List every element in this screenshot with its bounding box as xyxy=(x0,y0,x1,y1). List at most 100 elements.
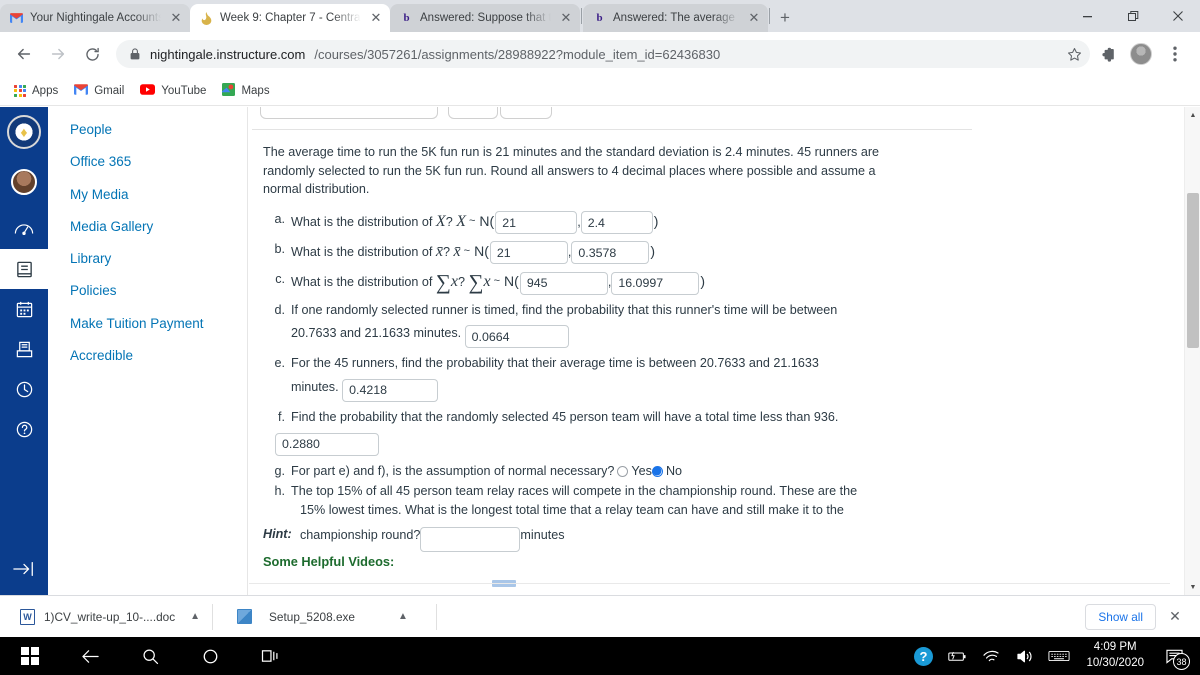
part-a-qmark: ? xyxy=(445,215,453,229)
scrollbar-thumb[interactable] xyxy=(1187,193,1199,348)
sidebar-item-courses[interactable] xyxy=(0,249,48,289)
part-e-text-1: For the 45 runners, find the probability… xyxy=(291,356,819,371)
inbox-icon[interactable] xyxy=(0,329,48,369)
part-c-sd-input[interactable] xyxy=(611,271,700,295)
show-all-downloads-button[interactable]: Show all xyxy=(1085,603,1156,630)
sidebar-item-my-media[interactable]: My Media xyxy=(70,186,220,203)
gmail-icon xyxy=(74,83,89,98)
back-button-icon[interactable] xyxy=(8,38,40,70)
keyboard-icon[interactable] xyxy=(1042,637,1076,675)
part-label-a: a. xyxy=(274,212,285,226)
maximize-restore-button[interactable] xyxy=(1110,0,1155,32)
profile-avatar[interactable] xyxy=(1126,39,1156,69)
scroll-up-arrow-icon[interactable]: ▲ xyxy=(1185,107,1200,123)
browser-tab-4[interactable]: b Answered: The average time to ✕ xyxy=(583,4,768,32)
chevron-up-icon[interactable]: ▲ xyxy=(190,611,200,622)
part-b-sd-input[interactable] xyxy=(571,241,650,265)
part-g-no-option[interactable]: No xyxy=(651,462,682,481)
taskbar-clock[interactable]: 4:09 PM 10/30/2020 xyxy=(1076,640,1154,671)
close-window-button[interactable] xyxy=(1155,0,1200,32)
browser-tab-3[interactable]: b Answered: Suppose that the an ✕ xyxy=(390,4,580,32)
notification-center-icon[interactable]: 38 xyxy=(1154,637,1194,675)
close-downloads-shelf-icon[interactable]: ✕ xyxy=(1162,604,1188,630)
scrolled-input-3[interactable] xyxy=(500,107,552,119)
scroll-down-arrow-icon[interactable]: ▼ xyxy=(1185,579,1200,595)
help-icon[interactable] xyxy=(0,409,48,449)
browser-window: Your Nightingale Accounts - da ✕ Week 9:… xyxy=(0,0,1200,675)
tab-close-icon[interactable]: ✕ xyxy=(558,10,574,26)
part-b-text: What is the distribution of xyxy=(291,245,433,260)
scrolled-input-1[interactable] xyxy=(260,107,438,119)
collapse-nav-icon[interactable] xyxy=(0,549,48,589)
system-tray: ? 4:09 PM 10/30/2020 38 xyxy=(906,637,1200,675)
forward-button-icon[interactable] xyxy=(42,38,74,70)
reload-button-icon[interactable] xyxy=(76,38,108,70)
calendar-icon[interactable] xyxy=(0,289,48,329)
wifi-icon[interactable] xyxy=(974,637,1008,675)
chevron-up-icon[interactable]: ▲ xyxy=(398,611,408,622)
tab-title: Answered: Suppose that the an xyxy=(420,12,551,24)
download-item-1[interactable]: 1)CV_write-up_10-....doc ▲ xyxy=(8,601,212,633)
tab-close-icon[interactable]: ✕ xyxy=(168,10,184,26)
volume-icon[interactable] xyxy=(1008,637,1042,675)
bookmark-apps[interactable]: Apps xyxy=(14,84,58,97)
content-bottom-divider xyxy=(249,583,1170,584)
question-part-g: g. For part e) and f), is the assumption… xyxy=(269,462,909,481)
scrolled-input-2[interactable] xyxy=(448,107,498,119)
sidebar-item-library[interactable]: Library xyxy=(70,250,220,267)
bookmark-gmail[interactable]: Gmail xyxy=(74,83,124,98)
windows-start-icon[interactable] xyxy=(0,637,60,675)
account-avatar[interactable] xyxy=(11,169,37,195)
browser-tab-1[interactable]: Your Nightingale Accounts - da ✕ xyxy=(0,4,190,32)
history-icon[interactable] xyxy=(0,369,48,409)
sidebar-item-policies[interactable]: Policies xyxy=(70,282,220,299)
institution-logo[interactable]: ♦ xyxy=(7,115,41,149)
extensions-puzzle-icon[interactable] xyxy=(1092,39,1122,69)
address-bar[interactable]: nightingale.instructure.com/courses/3057… xyxy=(116,40,1088,68)
maps-icon xyxy=(222,82,236,99)
chrome-menu-icon[interactable] xyxy=(1160,39,1190,69)
battery-icon[interactable] xyxy=(940,637,974,675)
part-h-unit: minutes xyxy=(520,528,565,543)
new-tab-button[interactable]: + xyxy=(771,4,799,32)
part-a-mean-input[interactable] xyxy=(495,211,578,235)
radio-yes[interactable] xyxy=(617,465,629,477)
help-circle-icon[interactable]: ? xyxy=(906,637,940,675)
downloads-shelf-actions: Show all ✕ xyxy=(1085,603,1192,630)
minimize-button[interactable] xyxy=(1065,0,1110,32)
part-a-sd-input[interactable] xyxy=(580,211,653,235)
part-f-answer-input[interactable] xyxy=(275,432,379,456)
browser-tab-2-active[interactable]: Week 9: Chapter 7 - Central Lin ✕ xyxy=(190,4,390,32)
tab-title: Answered: The average time to xyxy=(613,12,739,24)
bookmark-star-button[interactable] xyxy=(1058,40,1090,68)
bookmark-maps[interactable]: Maps xyxy=(222,82,270,99)
part-g-yes-option[interactable]: Yes xyxy=(617,462,652,481)
radio-no-selected[interactable] xyxy=(651,465,663,477)
page-scrollbar[interactable]: ▲ ▼ xyxy=(1184,107,1200,595)
canvas-global-nav: ♦ xyxy=(0,107,48,595)
download-item-2[interactable]: Setup_5208.exe ▲ xyxy=(213,601,420,633)
part-b-qmark: ? xyxy=(443,245,451,260)
part-e-answer-input[interactable] xyxy=(342,378,439,402)
tab-close-icon[interactable]: ✕ xyxy=(746,10,762,26)
part-c-mean-input[interactable] xyxy=(519,271,608,295)
tab-close-icon[interactable]: ✕ xyxy=(368,10,384,26)
search-icon[interactable] xyxy=(120,637,180,675)
back-arrow-icon[interactable] xyxy=(60,637,120,675)
dashboard-icon[interactable] xyxy=(0,209,48,249)
sidebar-item-accredible[interactable]: Accredible xyxy=(70,347,220,364)
task-view-icon[interactable] xyxy=(240,637,300,675)
sidebar-item-people[interactable]: People xyxy=(70,121,220,138)
sidebar-item-media-gallery[interactable]: Media Gallery xyxy=(70,218,220,235)
sidebar-item-office365[interactable]: Office 365 xyxy=(70,153,220,170)
bookmark-youtube[interactable]: YouTube xyxy=(140,83,206,98)
part-label-c: c. xyxy=(275,272,285,287)
cortana-icon[interactable] xyxy=(180,637,240,675)
question-parts-list: a. What is the distribution of X? X~N(,)… xyxy=(269,210,909,558)
part-d-answer-input[interactable] xyxy=(464,325,569,349)
flame-icon: ♦ xyxy=(20,124,28,140)
part-h-answer-input[interactable] xyxy=(420,527,521,553)
part-d-text-2: 20.7633 and 21.1633 minutes. xyxy=(291,326,462,341)
part-b-mean-input[interactable] xyxy=(489,241,568,265)
sidebar-item-make-tuition-payment[interactable]: Make Tuition Payment xyxy=(70,315,220,332)
